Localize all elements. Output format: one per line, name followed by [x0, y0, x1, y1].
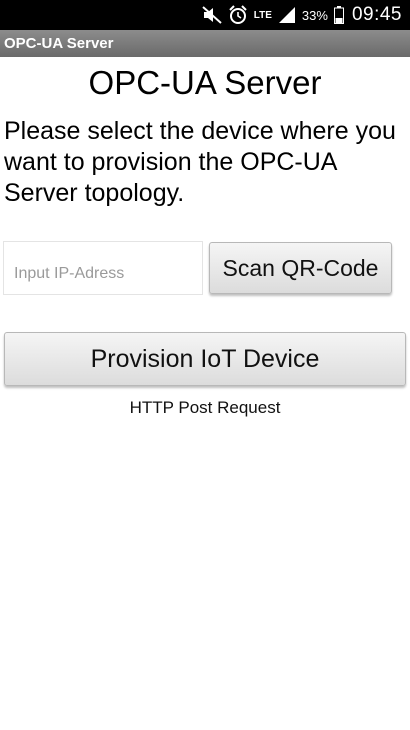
- mute-icon: [202, 6, 222, 24]
- signal-icon: [278, 6, 296, 24]
- app-title: OPC-UA Server: [4, 35, 114, 52]
- lte-label: LTE: [253, 9, 272, 21]
- provision-iot-device-label: Provision IoT Device: [90, 345, 320, 373]
- battery-percent: 33%: [301, 7, 328, 23]
- app-title-bar: OPC-UA Server: [0, 30, 410, 57]
- scan-qr-code-label: Scan QR-Code: [222, 255, 379, 281]
- clock: 09:45: [351, 4, 402, 25]
- page-title: OPC-UA Server: [88, 64, 322, 101]
- request-status-text: HTTP Post Request: [129, 398, 281, 417]
- scan-qr-code-button[interactable]: Scan QR-Code: [209, 242, 392, 294]
- lte-icon: LTE: [253, 9, 272, 21]
- ip-address-input[interactable]: [3, 241, 203, 295]
- provision-iot-device-button[interactable]: Provision IoT Device: [4, 332, 406, 386]
- battery-icon: [333, 6, 344, 24]
- status-bar: LTE 33% 09:45: [0, 0, 410, 30]
- instructions-text: Please select the device where you want …: [4, 117, 396, 207]
- alarm-icon: [228, 5, 248, 25]
- status-icons: LTE 33% 09:45: [202, 0, 402, 30]
